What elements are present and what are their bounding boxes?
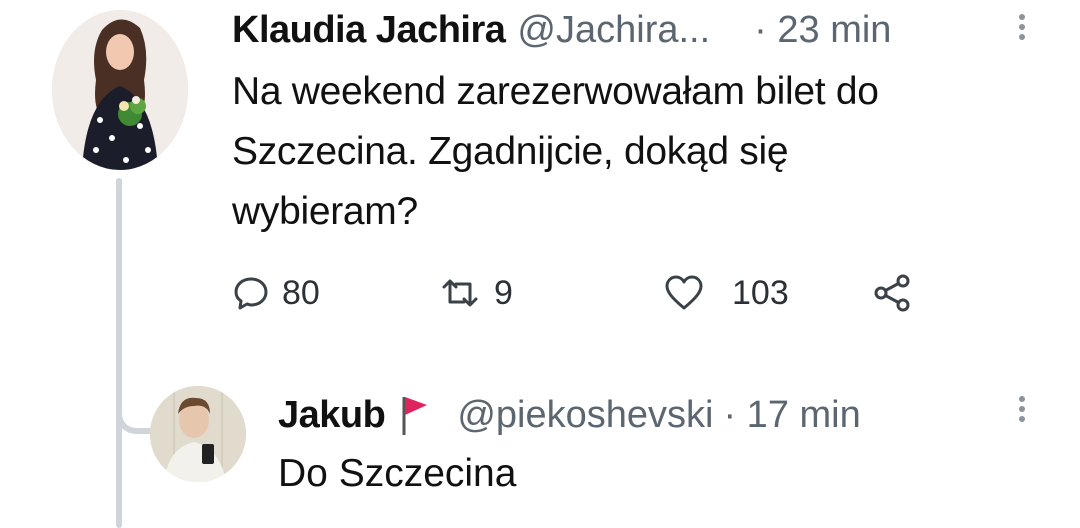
reply-author-handle[interactable]: @piekoshevski: [457, 394, 713, 437]
tweet-header: Klaudia Jachira @Jachira... · 23 min: [232, 8, 891, 52]
avatar-photo: [52, 10, 188, 170]
reply-count: 80: [282, 273, 320, 312]
retweet-count: 9: [494, 273, 513, 312]
reply-more-options-icon[interactable]: [1012, 392, 1032, 436]
share-button[interactable]: [872, 270, 912, 316]
reply-header: Jakub @piekoshevski · 17 min: [278, 392, 861, 438]
author-name[interactable]: Klaudia Jachira: [232, 9, 506, 52]
retweet-button[interactable]: 9: [438, 270, 513, 316]
reply-text: Do Szczecina: [278, 452, 517, 495]
speech-bubble-icon: [234, 277, 268, 310]
tweet-actions: 80 9 103: [232, 270, 952, 316]
avatar-photo: [150, 386, 246, 482]
retweet-icon: [442, 279, 478, 307]
reply-button[interactable]: 80: [232, 270, 320, 316]
tweet-timestamp[interactable]: · 23 min: [754, 9, 891, 52]
like-count: 103: [732, 273, 789, 312]
author-handle[interactable]: @Jachira...: [517, 9, 710, 52]
tweet-text: Na weekend zarezerwowałam bilet do Szcze…: [232, 62, 1012, 242]
reply-author-name[interactable]: Jakub: [278, 394, 386, 437]
avatar-jakub[interactable]: [150, 386, 246, 482]
thread-line: [116, 178, 122, 528]
red-flag-icon: [402, 397, 428, 435]
like-button[interactable]: 103: [664, 270, 789, 316]
heart-icon: [665, 275, 703, 310]
tweet-text-line: wybieram?: [232, 190, 418, 233]
reply-timestamp[interactable]: · 17 min: [723, 394, 860, 437]
share-icon: [874, 274, 910, 312]
more-options-icon[interactable]: [1012, 10, 1032, 54]
avatar-klaudia[interactable]: [52, 10, 188, 170]
tweet-text-line: Na weekend zarezerwowałam bilet do: [232, 70, 879, 113]
tweet-text-line: Szczecina. Zgadnijcie, dokąd się: [232, 130, 789, 173]
